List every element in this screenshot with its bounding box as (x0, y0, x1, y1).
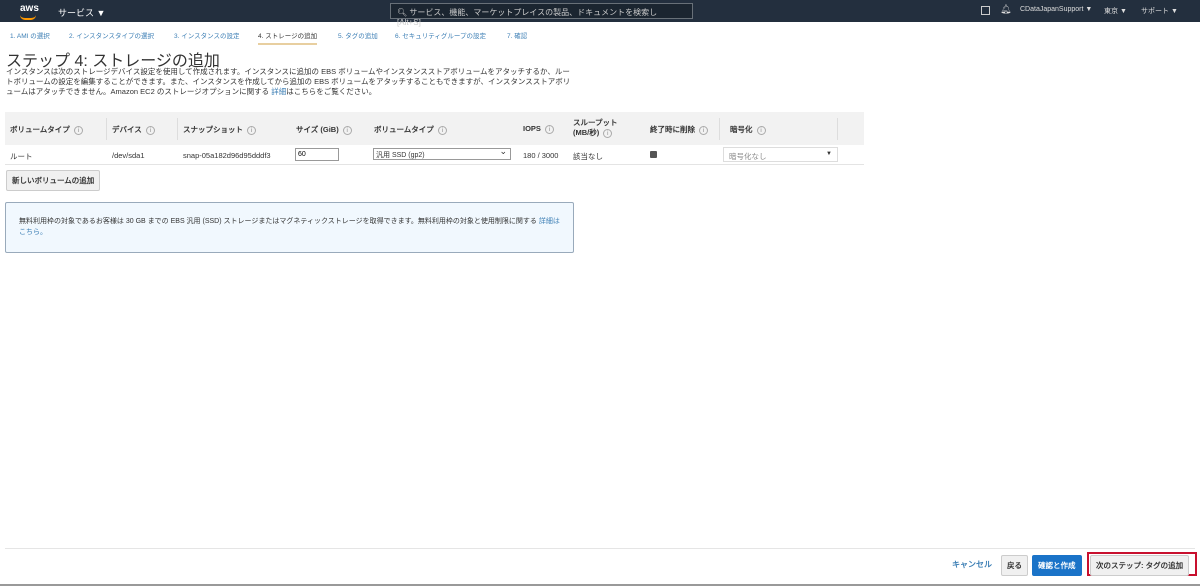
step-tags[interactable]: 5. タグの追加 (338, 30, 378, 40)
aws-logo[interactable]: aws (20, 3, 39, 20)
search-icon: 🔍︎ (397, 8, 410, 17)
info-icon[interactable]: i (342, 126, 352, 135)
encryption-value: 暗号化なし (729, 152, 767, 161)
info-icon[interactable]: i (544, 125, 554, 134)
col-encryption: 暗号化 (730, 125, 753, 134)
info-icon[interactable]: i (603, 129, 613, 138)
col-iops: IOPS (523, 124, 541, 133)
info-icon[interactable]: i (699, 126, 708, 135)
info-icon[interactable]: i (247, 126, 256, 135)
services-menu[interactable]: サービス ▼ (58, 6, 105, 19)
cell-type: ルート (10, 152, 33, 161)
add-volume-button[interactable]: 新しいボリュームの追加 (6, 170, 101, 191)
storage-table: ボリュームタイプ i デバイス i スナップショット i サイズ (GiB) i ボリュ… (5, 112, 864, 165)
info-icon[interactable]: i (145, 126, 155, 135)
wizard-steps: 1. AMI の選択 2. インスタンスタイプの選択 3. インスタンスの設定 … (0, 27, 1200, 45)
search-placeholder: サービス、機能、マーケットプレイスの製品、ドキュメントを検索し [Alt+S] (397, 8, 666, 27)
step-ami[interactable]: 1. AMI の選択 (10, 30, 50, 40)
volume-type-select[interactable]: 汎用 SSD (gp2) (373, 146, 511, 160)
top-nav: aws サービス ▼ 🔍︎ サービス、機能、マーケットプレイスの製品、ドキュメン… (0, 0, 1200, 27)
col-size: サイズ (GiB) (296, 125, 339, 134)
cloudshell-icon[interactable] (981, 6, 990, 15)
account-menu[interactable]: CDataJapanSupport ▼ (1020, 6, 1092, 13)
step-configure[interactable]: 3. インスタンスの設定 (174, 30, 239, 40)
back-button[interactable]: 戻る (1001, 555, 1028, 576)
size-input[interactable] (295, 148, 339, 161)
step-security-group[interactable]: 6. セキュリティグループの設定 (395, 30, 486, 40)
cell-snapshot: snap-05a182d96d95dddf3 (183, 151, 271, 160)
col-volume-type: ボリュームタイプ (10, 125, 70, 134)
review-launch-button[interactable]: 確認と作成 (1032, 555, 1082, 576)
free-tier-info: 無料利用枠の対象であるお客様は 30 GB までの EBS 汎用 (SSD) ス… (5, 202, 574, 253)
support-menu[interactable]: サポート ▼ (1141, 6, 1178, 16)
table-row: ルート /dev/sda1 snap-05a182d96d95dddf3 汎用 … (5, 145, 864, 165)
cell-iops: 180 / 3000 (523, 151, 559, 160)
bell-icon[interactable]: 🔔︎ (1000, 4, 1011, 15)
step-storage[interactable]: 4. ストレージの追加 (258, 30, 318, 45)
next-add-tags-button[interactable]: 次のステップ: タグの追加 (1090, 555, 1190, 576)
search-input[interactable]: 🔍︎ サービス、機能、マーケットプレイスの製品、ドキュメントを検索し [Alt+… (390, 3, 693, 27)
delete-on-termination-checkbox[interactable] (650, 151, 657, 158)
page-description: インスタンスは次のストレージデバイス設定を使用して作成されます。インスタンスに追… (6, 67, 576, 97)
step-review[interactable]: 7. 確認 (507, 30, 527, 40)
cell-device: /dev/sda1 (112, 151, 145, 160)
footer-divider (5, 548, 1195, 549)
col-delete-on-termination: 終了時に削除 (650, 125, 695, 134)
table-header: ボリュームタイプ i デバイス i スナップショット i サイズ (GiB) i ボリュ… (5, 112, 864, 145)
description-end: はこちらをご覧ください。 (286, 87, 377, 96)
encryption-select[interactable]: 暗号化なし (723, 147, 838, 162)
col-volume-type-2: ボリュームタイプ (374, 125, 434, 134)
region-menu[interactable]: 東京 ▼ (1104, 6, 1127, 16)
volume-type-value: 汎用 SSD (gp2) (376, 152, 425, 159)
col-device: デバイス (112, 125, 142, 134)
info-icon[interactable]: i (73, 126, 83, 135)
col-snapshot: スナップショット (183, 125, 243, 134)
info-icon[interactable]: i (437, 126, 447, 135)
cancel-link[interactable]: キャンセル (952, 559, 992, 570)
step-instance-type[interactable]: 2. インスタンスタイプの選択 (69, 30, 154, 40)
info-icon[interactable]: i (756, 126, 766, 135)
details-link[interactable]: 詳細 (271, 87, 286, 96)
cell-throughput: 該当なし (573, 152, 603, 161)
info-text: 無料利用枠の対象であるお客様は 30 GB までの EBS 汎用 (SSD) ス… (19, 218, 539, 225)
